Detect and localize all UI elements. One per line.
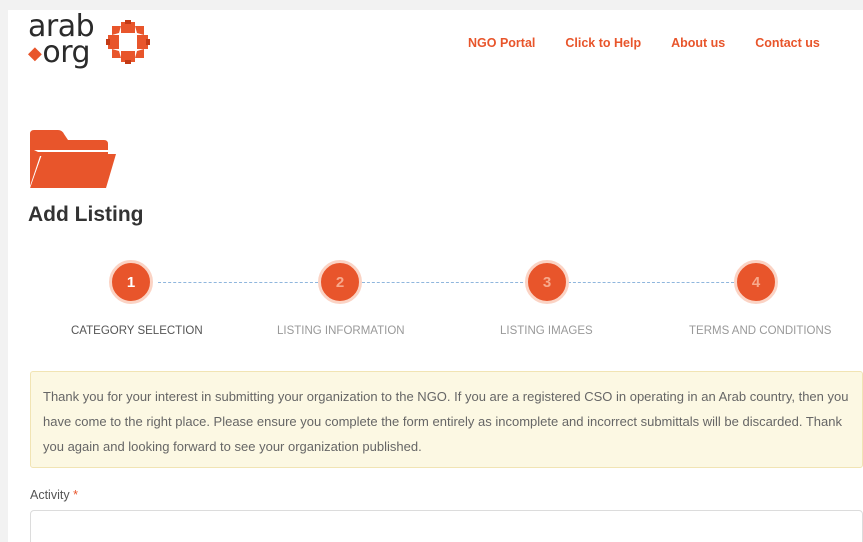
step-connector xyxy=(568,282,734,283)
step-connector xyxy=(362,282,528,283)
step-2-number: 2 xyxy=(335,273,345,291)
step-1-label: CATEGORY SELECTION xyxy=(71,325,203,337)
step-3-label: LISTING IMAGES xyxy=(500,325,593,337)
activity-label: Activity * xyxy=(30,488,78,502)
step-3-number: 3 xyxy=(542,273,552,291)
nav-contact-us[interactable]: Contact us xyxy=(755,36,820,50)
nav-click-to-help[interactable]: Click to Help xyxy=(565,36,641,50)
logo-diamond-icon: ◆ xyxy=(28,42,42,64)
info-notice: Thank you for your interest in submittin… xyxy=(30,371,863,468)
step-4-label: TERMS AND CONDITIONS xyxy=(689,325,832,337)
step-3-circle[interactable]: 3 xyxy=(525,260,569,304)
step-1-circle[interactable]: 1 xyxy=(109,260,153,304)
activity-label-text: Activity xyxy=(30,488,70,502)
step-1-number: 1 xyxy=(126,273,136,291)
activity-field[interactable] xyxy=(30,510,863,542)
step-connector xyxy=(158,282,318,283)
nav-ngo-portal[interactable]: NGO Portal xyxy=(468,36,535,50)
logo[interactable]: arab ◆org xyxy=(24,12,164,76)
step-4-circle[interactable]: 4 xyxy=(734,260,778,304)
page-title: Add Listing xyxy=(28,203,144,226)
step-4-number: 4 xyxy=(751,273,761,291)
folder-icon xyxy=(30,130,116,188)
step-2-circle[interactable]: 2 xyxy=(318,260,362,304)
logo-line-2: org xyxy=(42,35,91,70)
step-2-label: LISTING INFORMATION xyxy=(277,325,405,337)
logo-star-icon xyxy=(106,20,150,64)
nav-about-us[interactable]: About us xyxy=(671,36,725,50)
page: arab ◆org NGO Portal Click to Help About… xyxy=(8,10,863,542)
required-mark: * xyxy=(73,488,78,502)
logo-text: arab ◆org xyxy=(24,12,108,70)
top-nav: NGO Portal Click to Help About us Contac… xyxy=(468,36,820,50)
